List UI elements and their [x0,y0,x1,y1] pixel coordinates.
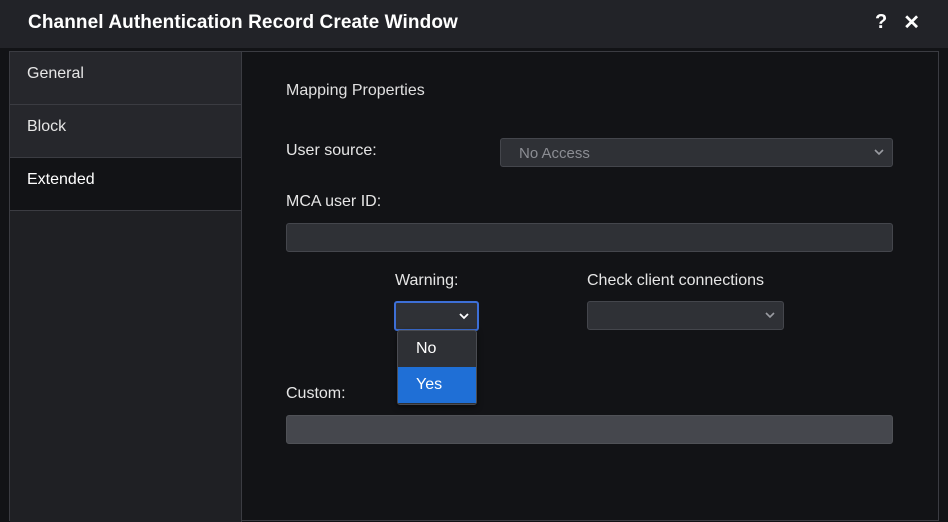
sidebar: General Block Extended [10,52,242,522]
tab-block[interactable]: Block [10,105,241,158]
warning-select[interactable] [394,301,479,331]
close-icon[interactable]: ✕ [903,10,920,35]
user-source-value: No Access [519,145,590,162]
window-title: Channel Authentication Record Create Win… [28,12,458,33]
tab-general[interactable]: General [10,52,241,105]
chevron-down-icon [874,149,884,156]
content-frame: General Block Extended Mapping Propertie… [9,51,939,522]
chevron-down-icon [459,313,469,320]
title-bar: Channel Authentication Record Create Win… [0,0,948,48]
warning-option-no[interactable]: No [398,331,476,367]
warning-label: Warning: [395,272,459,289]
check-client-connections-label: Check client connections [587,272,764,289]
warning-dropdown: No Yes [397,330,477,405]
mca-user-id-input[interactable] [286,223,893,252]
user-source-select[interactable]: No Access [500,138,893,167]
warning-option-yes[interactable]: Yes [398,367,476,403]
custom-input[interactable] [286,415,893,444]
check-client-connections-select[interactable] [587,301,784,330]
section-title: Mapping Properties [286,82,425,99]
custom-label: Custom: [286,385,346,402]
title-actions: ? ✕ [875,10,920,35]
tab-extended[interactable]: Extended [10,158,241,211]
user-source-label: User source: [286,142,377,159]
main-panel: Mapping Properties User source: No Acces… [242,52,938,520]
chevron-down-icon [765,312,775,319]
help-icon[interactable]: ? [875,11,887,34]
mca-user-id-label: MCA user ID: [286,193,382,210]
